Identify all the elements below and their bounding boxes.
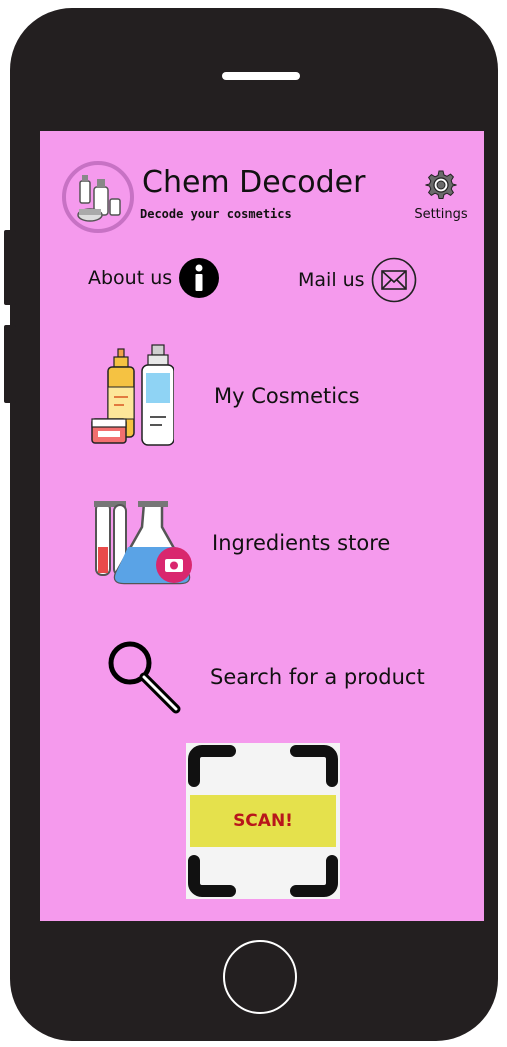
settings-label: Settings (414, 207, 468, 222)
about-us-label: About us (88, 267, 173, 289)
search-product-label: Search for a product (210, 665, 425, 689)
scan-button[interactable]: SCAN! (186, 743, 340, 899)
app-logo (62, 161, 134, 233)
phone-volume-down-button (4, 325, 16, 403)
scan-label: SCAN! (190, 795, 336, 847)
mail-icon (371, 257, 416, 303)
phone-volume-up-button (4, 230, 16, 305)
phone-home-button[interactable] (223, 940, 297, 1014)
settings-button[interactable]: Settings (408, 169, 474, 222)
app-screen: Chem Decoder Decode your cosmetics Setti… (40, 131, 484, 921)
cosmetics-bottles-icon (91, 344, 174, 446)
cosmetics-logo-icon (77, 175, 121, 222)
search-product-button[interactable]: Search for a product (106, 639, 425, 715)
ingredients-store-label: Ingredients store (212, 531, 391, 555)
mail-us-link[interactable]: Mail us (298, 257, 417, 303)
app-title: Chem Decoder (142, 165, 366, 200)
info-icon (179, 258, 220, 298)
flask-camera-icon (94, 501, 192, 585)
ingredients-store-button[interactable]: Ingredients store (94, 501, 390, 585)
magnifier-icon (108, 641, 181, 714)
mail-us-label: Mail us (298, 269, 365, 291)
gear-icon (425, 170, 457, 199)
phone-speaker (222, 72, 300, 80)
about-us-link[interactable]: About us (88, 257, 220, 299)
my-cosmetics-button[interactable]: My Cosmetics (90, 343, 360, 449)
my-cosmetics-label: My Cosmetics (214, 384, 360, 408)
app-subtitle: Decode your cosmetics (140, 207, 292, 221)
